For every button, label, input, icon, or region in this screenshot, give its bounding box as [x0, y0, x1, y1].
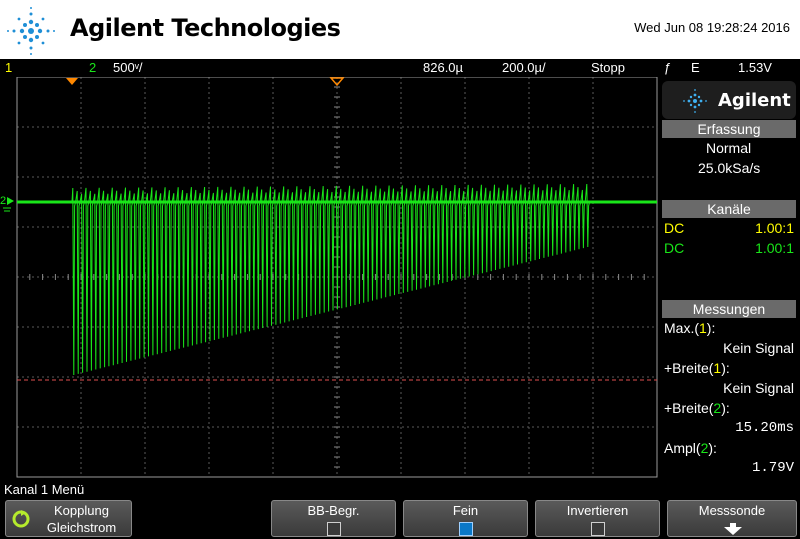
agilent-spark-logo	[7, 7, 55, 55]
waveform-display[interactable]: 2	[0, 77, 658, 478]
bandwidth-limit-softkey[interactable]: BB-Begr.	[271, 500, 396, 537]
menu-title: Kanal 1 Menü	[4, 482, 85, 497]
trigger-position-marker[interactable]	[66, 78, 78, 85]
bandwidth-limit-label: BB-Begr.	[307, 503, 360, 518]
measurement-label: +Breite(1):	[664, 360, 730, 376]
measurement-value: 1.79V	[751, 460, 794, 476]
channel-2-trace	[17, 183, 657, 376]
waveform-svg: 2	[0, 77, 658, 478]
side-panel: Agilent Erfassung Normal 25.0kSa/s Kanäl…	[658, 77, 800, 478]
measurement-value: Kein Signal	[723, 380, 794, 396]
invert-softkey[interactable]: Invertieren	[535, 500, 660, 537]
channels-title: Kanäle	[662, 200, 796, 218]
fine-softkey[interactable]: Fein	[403, 500, 528, 537]
invert-checkbox[interactable]	[590, 522, 605, 536]
probe-label: Messsonde	[698, 503, 766, 518]
trigger-level: 1.53V	[738, 60, 772, 75]
timebase: 200.0µ/	[502, 60, 546, 75]
side-logo: Agilent	[662, 81, 796, 119]
submenu-arrow-icon	[724, 523, 742, 535]
acquisition-mode: Normal	[706, 140, 752, 156]
channel-1-coupling: DC	[664, 220, 685, 236]
measurement-value: Kein Signal	[723, 340, 794, 356]
probe-softkey[interactable]: Messsonde	[667, 500, 797, 537]
trigger-source: E	[691, 60, 700, 75]
channel-2-probe-ratio: 1.00:1	[755, 240, 794, 256]
run-state: Stopp	[591, 60, 625, 75]
brand-name: Agilent Technologies	[70, 14, 341, 42]
coupling-value: Gleichstrom	[46, 520, 117, 535]
trigger-slope-icon: ƒ	[664, 60, 672, 75]
measurement-label: +Breite(2):	[664, 400, 730, 416]
channel-1-indicator[interactable]: 1	[5, 60, 12, 75]
channel-2-indicator[interactable]: 2	[89, 60, 96, 75]
center-marker	[329, 77, 345, 87]
softkey-bar: Kopplung Gleichstrom BB-Begr. Fein Inver…	[0, 498, 800, 539]
coupling-label: Kopplung	[54, 503, 109, 518]
header: Agilent Technologies Wed Jun 08 19:28:24…	[0, 0, 800, 59]
invert-label: Invertieren	[566, 503, 629, 518]
channel-2-scale: 500ᵛ/	[113, 60, 143, 75]
trigger-position: 826.0µ	[423, 60, 464, 75]
channel-2-ground-marker[interactable]: 2	[0, 195, 14, 212]
measurement-label: Ampl(2):	[664, 440, 717, 456]
channel-2-coupling: DC	[664, 240, 685, 256]
status-bar: 1 2 500ᵛ/ 826.0µ 200.0µ/ Stopp ƒ E 1.53V	[0, 59, 800, 77]
side-logo-text: Agilent	[718, 90, 791, 111]
acquisition-rate: 25.0kSa/s	[698, 160, 761, 176]
channel-1-probe-ratio: 1.00:1	[755, 220, 794, 236]
datetime: Wed Jun 08 19:28:24 2016	[634, 20, 790, 35]
coupling-softkey[interactable]: Kopplung Gleichstrom	[5, 500, 132, 537]
bandwidth-limit-checkbox[interactable]	[326, 522, 341, 536]
menu-title-bar: Kanal 1 Menü	[0, 479, 800, 499]
fine-checkbox[interactable]	[458, 522, 473, 536]
svg-text:2: 2	[0, 195, 6, 207]
fine-label: Fein	[452, 503, 479, 518]
rotate-knob-icon	[12, 510, 30, 528]
measurement-value: 15.20ms	[735, 420, 794, 436]
acquisition-title: Erfassung	[662, 120, 796, 138]
agilent-spark-icon	[683, 89, 707, 113]
measurement-label: Max.(1):	[664, 320, 716, 336]
trace-path	[17, 183, 657, 376]
measurements-title: Messungen	[662, 300, 796, 318]
